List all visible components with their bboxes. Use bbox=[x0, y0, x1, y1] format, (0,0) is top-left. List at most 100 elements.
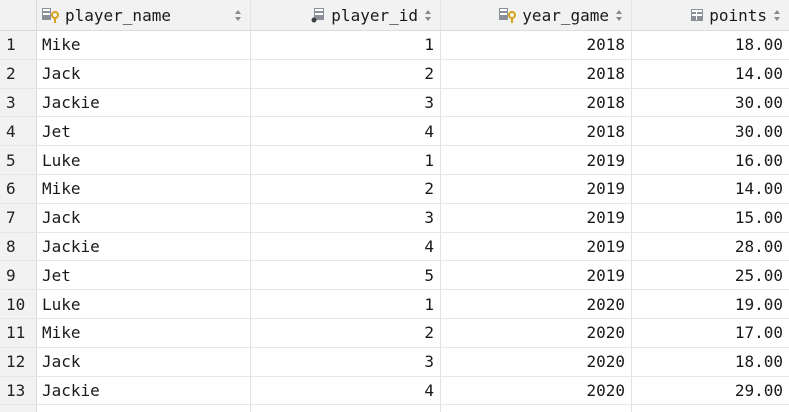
cell-player-name[interactable]: Mike bbox=[37, 318, 251, 347]
column-header-label: points bbox=[709, 5, 767, 25]
row-number: 13 bbox=[0, 376, 37, 405]
cell-year-game[interactable]: 2018 bbox=[441, 59, 632, 88]
cell-player-name[interactable]: Luke bbox=[37, 290, 251, 318]
row-number: 5 bbox=[0, 146, 37, 174]
cell-year-game[interactable]: 2018 bbox=[441, 31, 632, 59]
cell-player-id[interactable]: 2 bbox=[251, 318, 441, 347]
cell-player-name[interactable]: Jackie bbox=[37, 232, 251, 261]
cell-player-id[interactable]: 1 bbox=[251, 31, 441, 59]
row-number bbox=[0, 405, 37, 412]
cell-year-game[interactable]: 2018 bbox=[441, 117, 632, 146]
cell-year-game[interactable]: 2019 bbox=[441, 261, 632, 290]
cell-year-game[interactable]: 2019 bbox=[441, 146, 632, 174]
cell-player-id[interactable]: 2 bbox=[251, 59, 441, 88]
table-row[interactable]: 12 Jack 3 2020 18.00 bbox=[0, 347, 789, 377]
cell-year-game[interactable]: 2019 bbox=[441, 174, 632, 203]
table-row[interactable]: 4 Jet 4 2018 30.00 bbox=[0, 117, 789, 147]
cell-points[interactable]: 16.00 bbox=[632, 146, 789, 174]
cell-player-id[interactable]: 1 bbox=[251, 146, 441, 174]
key-column-icon bbox=[498, 6, 518, 24]
table-row[interactable]: 7 Jack 3 2019 15.00 bbox=[0, 203, 789, 233]
cell-points[interactable]: 19.00 bbox=[632, 290, 789, 318]
cell-player-id[interactable]: 5 bbox=[251, 261, 441, 290]
cell-points[interactable]: 25.00 bbox=[632, 261, 789, 289]
partial-row bbox=[0, 405, 789, 412]
cell-points[interactable]: 29.00 bbox=[632, 377, 789, 405]
cell-player-name[interactable]: Mike bbox=[37, 31, 251, 59]
cell-player-id[interactable]: 1 bbox=[251, 290, 441, 318]
cell-points[interactable]: 30.00 bbox=[632, 89, 789, 117]
table-row[interactable]: 5 Luke 1 2019 16.00 bbox=[0, 146, 789, 175]
column-header-player-name[interactable]: player_name bbox=[37, 0, 251, 30]
cell-player-id[interactable]: 4 bbox=[251, 376, 441, 405]
cell-year-game[interactable]: 2020 bbox=[441, 290, 632, 318]
cell-year-game bbox=[441, 405, 632, 412]
sort-icon[interactable] bbox=[424, 9, 432, 22]
cell-points[interactable]: 15.00 bbox=[632, 204, 789, 232]
cell-player-id[interactable]: 4 bbox=[251, 232, 441, 261]
cell-player-name[interactable]: Jack bbox=[37, 347, 251, 376]
column-header-label: player_id bbox=[331, 5, 418, 25]
cell-player-name[interactable]: Jack bbox=[37, 59, 251, 88]
row-number: 3 bbox=[0, 88, 37, 117]
cell-player-id[interactable]: 4 bbox=[251, 117, 441, 146]
row-number: 6 bbox=[0, 174, 37, 203]
cell-player-name[interactable]: Jet bbox=[37, 261, 251, 290]
cell-year-game[interactable]: 2020 bbox=[441, 347, 632, 376]
cell-year-game[interactable]: 2019 bbox=[441, 232, 632, 261]
sort-icon[interactable] bbox=[234, 9, 242, 22]
cell-player-id[interactable]: 2 bbox=[251, 174, 441, 203]
cell-points[interactable]: 18.00 bbox=[632, 348, 789, 376]
table-row[interactable]: 3 Jackie 3 2018 30.00 bbox=[0, 88, 789, 118]
cell-player-name[interactable]: Luke bbox=[37, 146, 251, 174]
cell-points[interactable]: 30.00 bbox=[632, 117, 789, 145]
cell-player-name[interactable]: Jackie bbox=[37, 376, 251, 405]
column-header-player-id[interactable]: player_id bbox=[251, 0, 441, 30]
cell-player-id bbox=[251, 405, 441, 412]
grid-body: 1 Mike 1 2018 18.00 2 Jack 2 2018 14.00 3 Jackie 3… bbox=[0, 31, 789, 412]
column-icon bbox=[311, 6, 327, 24]
cell-player-name[interactable]: Mike bbox=[37, 174, 251, 203]
cell-points[interactable]: 14.00 bbox=[632, 175, 789, 203]
cell-year-game[interactable]: 2018 bbox=[441, 88, 632, 117]
cell-player-name[interactable]: Jack bbox=[37, 203, 251, 232]
cell-points[interactable]: 14.00 bbox=[632, 60, 789, 88]
row-number: 8 bbox=[0, 232, 37, 261]
table-row[interactable]: 13 Jackie 4 2020 29.00 bbox=[0, 376, 789, 406]
row-number: 7 bbox=[0, 203, 37, 232]
row-number: 11 bbox=[0, 318, 37, 347]
grid-header-row: player_name player_id year_game points bbox=[0, 0, 789, 31]
cell-player-name[interactable]: Jet bbox=[37, 117, 251, 146]
cell-player-id[interactable]: 3 bbox=[251, 203, 441, 232]
cell-player-id[interactable]: 3 bbox=[251, 88, 441, 117]
sort-icon[interactable] bbox=[773, 9, 781, 22]
column-header-label: year_game bbox=[522, 5, 609, 25]
table-row[interactable]: 1 Mike 1 2018 18.00 bbox=[0, 31, 789, 60]
column-icon bbox=[689, 6, 705, 24]
table-row[interactable]: 11 Mike 2 2020 17.00 bbox=[0, 318, 789, 348]
cell-points bbox=[632, 405, 789, 412]
cell-points[interactable]: 28.00 bbox=[632, 233, 789, 261]
row-number-header bbox=[0, 0, 37, 30]
table-row[interactable]: 6 Mike 2 2019 14.00 bbox=[0, 174, 789, 204]
row-number: 2 bbox=[0, 59, 37, 88]
result-grid: player_name player_id year_game points 1… bbox=[0, 0, 789, 412]
table-row[interactable]: 10 Luke 1 2020 19.00 bbox=[0, 290, 789, 319]
cell-player-name bbox=[37, 405, 251, 412]
cell-points[interactable]: 18.00 bbox=[632, 31, 789, 59]
table-row[interactable]: 9 Jet 5 2019 25.00 bbox=[0, 261, 789, 291]
column-header-year-game[interactable]: year_game bbox=[441, 0, 632, 30]
row-number: 9 bbox=[0, 261, 37, 290]
cell-year-game[interactable]: 2020 bbox=[441, 376, 632, 405]
column-header-label: player_name bbox=[65, 5, 171, 25]
row-number: 1 bbox=[0, 31, 37, 59]
cell-points[interactable]: 17.00 bbox=[632, 319, 789, 347]
table-row[interactable]: 2 Jack 2 2018 14.00 bbox=[0, 59, 789, 89]
column-header-points[interactable]: points bbox=[632, 0, 789, 30]
cell-year-game[interactable]: 2019 bbox=[441, 203, 632, 232]
table-row[interactable]: 8 Jackie 4 2019 28.00 bbox=[0, 232, 789, 262]
cell-player-name[interactable]: Jackie bbox=[37, 88, 251, 117]
cell-player-id[interactable]: 3 bbox=[251, 347, 441, 376]
cell-year-game[interactable]: 2020 bbox=[441, 318, 632, 347]
sort-icon[interactable] bbox=[615, 9, 623, 22]
